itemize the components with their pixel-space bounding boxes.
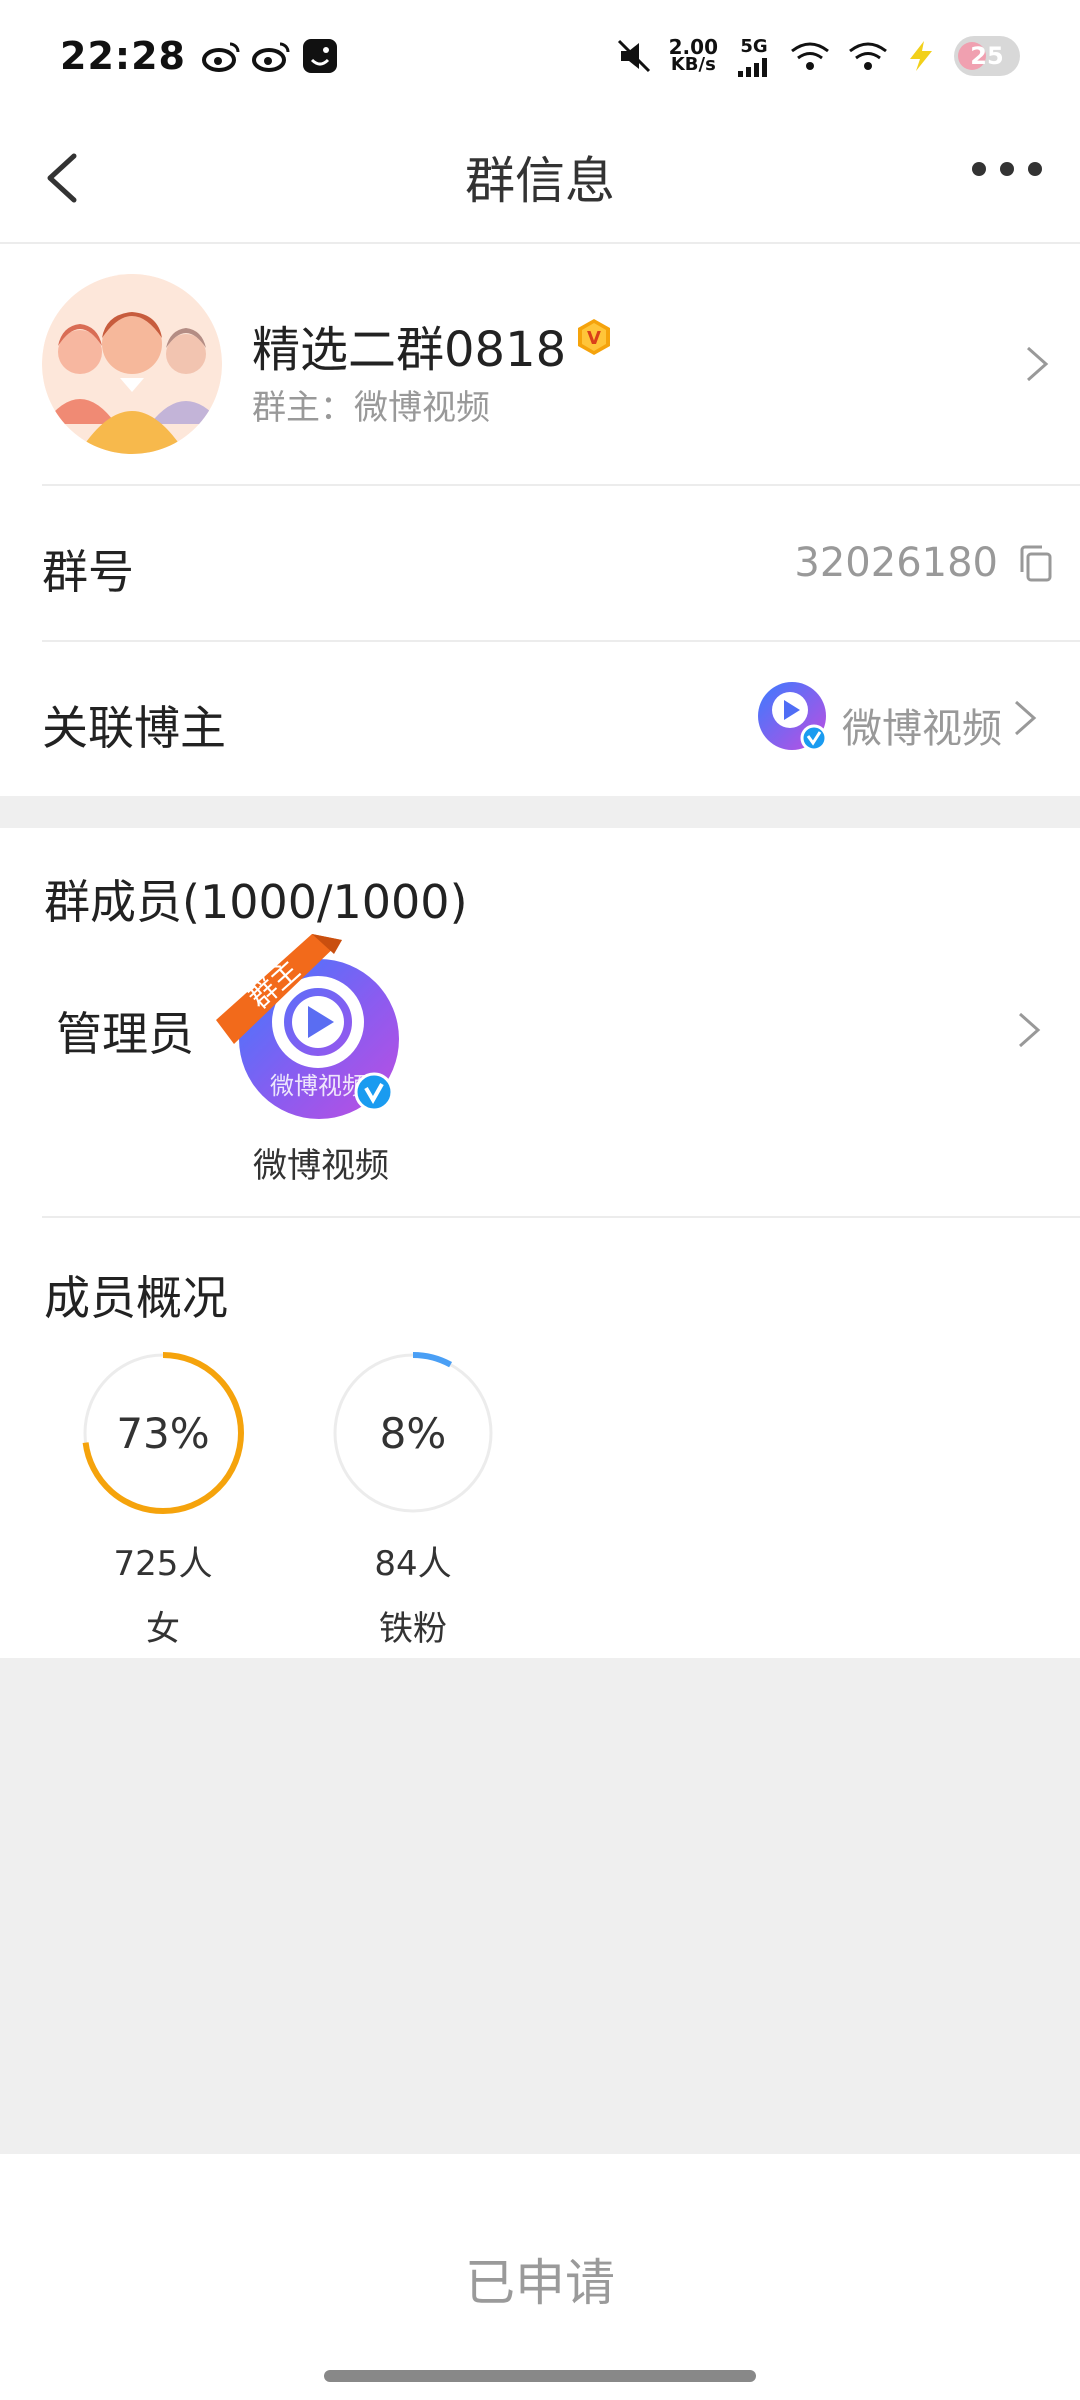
status-notification-icons xyxy=(201,38,338,74)
group-owner: 群主：微博视频 xyxy=(252,388,490,428)
applied-button[interactable]: 已申请 xyxy=(0,2214,1080,2344)
stat-count: 725人 xyxy=(113,1544,213,1584)
stat-female: 73% 725人 女 xyxy=(78,1348,248,1650)
group-number-row: 群号 32026180 xyxy=(0,486,1080,640)
status-bar: 22:28 2.00 KB/s 5G 25 xyxy=(0,0,1080,112)
group-number-value: 32026180 xyxy=(794,540,998,586)
signal-icon xyxy=(738,57,767,77)
divider xyxy=(42,1216,1080,1218)
overview-title: 成员概况 xyxy=(44,1271,228,1325)
battery-level: 25 xyxy=(970,42,1004,70)
stat-percent: 73% xyxy=(116,1408,210,1458)
battery-icon: 25 xyxy=(954,36,1020,76)
owner-ribbon: 群主 xyxy=(216,934,342,1044)
wifi-icon xyxy=(849,42,887,70)
signal-indicator: 5G xyxy=(736,36,772,77)
blogger-avatar-icon xyxy=(758,682,828,752)
wifi-icon xyxy=(791,42,829,70)
group-name: 精选二群0818 V xyxy=(252,310,614,380)
page-title: 群信息 xyxy=(465,152,615,210)
bottom-bar: 已申请 xyxy=(0,2154,1080,2400)
members-section: 群成员(1000/1000) 管理员 微博视频 群主 微博视频 成员概况 73%… xyxy=(0,828,1080,1658)
linked-blogger-name: 微博视频 xyxy=(842,706,1002,752)
stat-percent: 8% xyxy=(379,1408,447,1458)
status-time: 22:28 xyxy=(60,34,186,78)
copy-icon[interactable] xyxy=(1018,544,1054,584)
weibo-icon xyxy=(251,42,290,72)
members-title: 群成员(1000/1000) xyxy=(44,875,468,929)
avatar-caption: 微博视频 xyxy=(270,1072,366,1100)
vip-badge-icon: V xyxy=(578,319,611,355)
linked-blogger-row[interactable]: 关联博主 微博视频 xyxy=(0,642,1080,796)
group-name-text: 精选二群0818 xyxy=(252,322,567,378)
admin-label: 管理员 xyxy=(56,1007,194,1061)
admin-row[interactable]: 管理员 微博视频 群主 微博视频 xyxy=(0,928,1080,1216)
weibo-icon xyxy=(201,42,240,72)
svg-text:V: V xyxy=(587,328,601,349)
stat-count: 84人 xyxy=(374,1544,452,1584)
group-info-section: 精选二群0818 V 群主：微博视频 群号 32026180 关联博主 微博视频 xyxy=(0,244,1080,796)
stat-label: 铁粉 xyxy=(379,1609,447,1649)
group-profile-row[interactable]: 精选二群0818 V 群主：微博视频 xyxy=(0,244,1080,484)
status-system-icons: 2.00 KB/s 5G 25 xyxy=(617,36,1020,77)
linked-blogger-label: 关联博主 xyxy=(42,701,226,755)
stat-label: 女 xyxy=(146,1609,180,1649)
notification-app-icon xyxy=(302,39,337,73)
verified-badge-icon xyxy=(354,1072,394,1112)
group-number-label: 群号 xyxy=(42,545,134,599)
home-indicator[interactable] xyxy=(324,2370,756,2382)
back-arrow-icon[interactable] xyxy=(36,148,96,208)
stat-iron-fans: 8% 84人 铁粉 xyxy=(328,1348,498,1650)
chevron-right-icon xyxy=(1015,700,1037,736)
admin-name: 微博视频 xyxy=(253,1146,389,1186)
more-icon[interactable] xyxy=(972,162,1042,176)
net-speed-unit: KB/s xyxy=(670,54,716,75)
chevron-right-icon xyxy=(1027,346,1049,382)
charging-icon xyxy=(910,41,932,71)
mute-icon xyxy=(617,39,650,73)
nav-bar: 群信息 xyxy=(0,112,1080,244)
net-speed: 2.00 KB/s xyxy=(669,37,718,75)
chevron-right-icon xyxy=(1019,1012,1041,1048)
group-avatar-icon xyxy=(42,274,222,454)
network-type: 5G xyxy=(740,35,768,57)
